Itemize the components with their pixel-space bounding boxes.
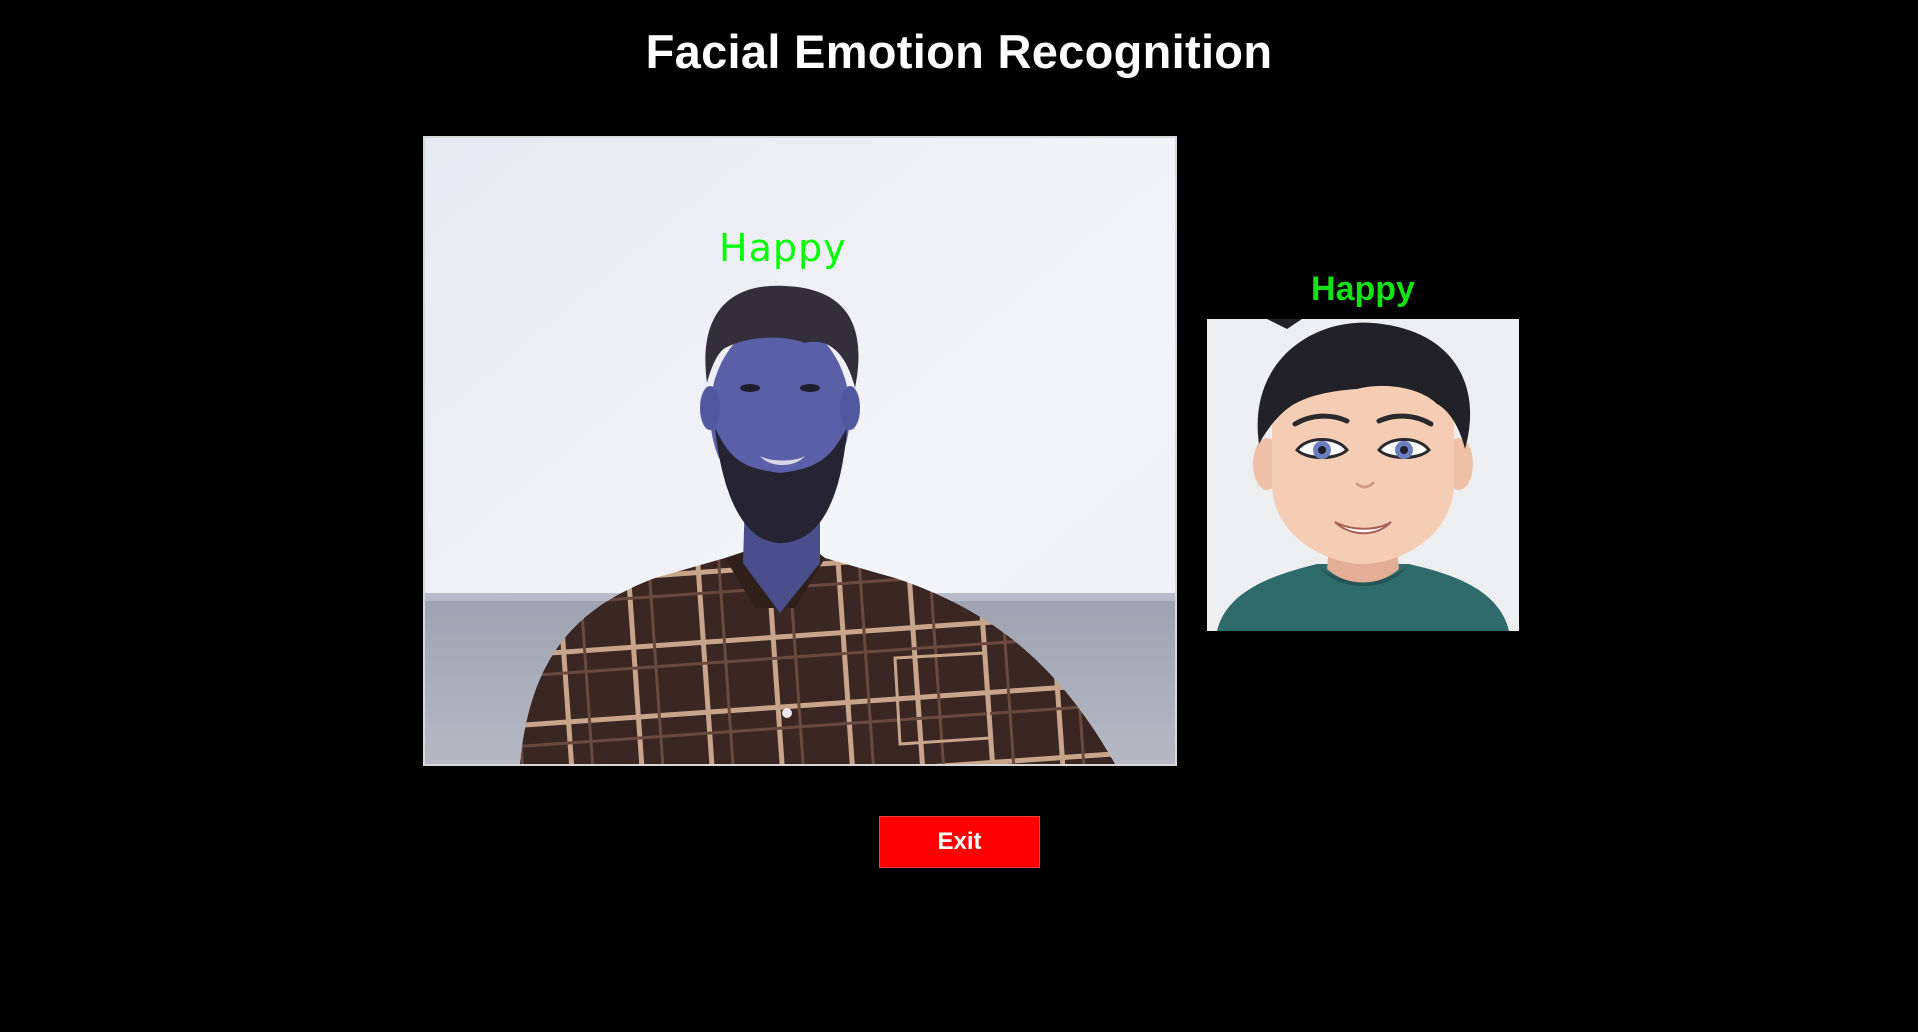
cartoon-avatar-image: [1207, 319, 1519, 631]
exit-button[interactable]: Exit: [879, 816, 1040, 868]
app-window: Facial Emotion Recognition Happy Happy E…: [0, 0, 1918, 1032]
emotion-avatar: [1207, 319, 1519, 631]
webcam-feed: Happy: [423, 136, 1177, 766]
avatar-emotion-label: Happy: [1311, 270, 1415, 308]
page-title: Facial Emotion Recognition: [645, 25, 1273, 78]
webcam-emotion-label: Happy: [719, 226, 847, 270]
